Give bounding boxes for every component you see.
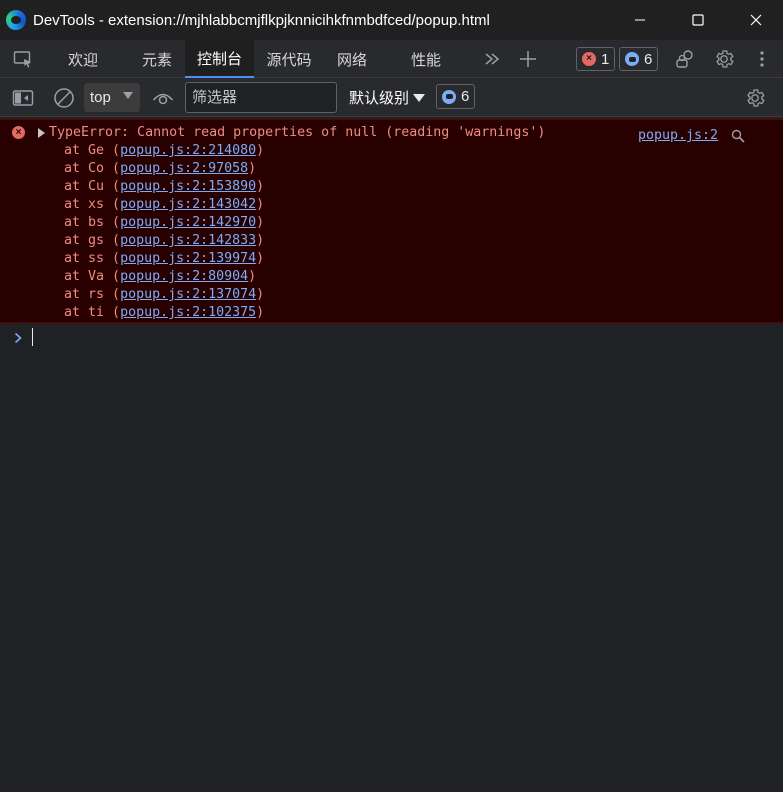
issues-counter-button[interactable]: 6 <box>436 84 476 109</box>
close-icon <box>750 14 762 26</box>
eye-icon <box>152 93 174 104</box>
context-selector[interactable]: top <box>84 83 140 112</box>
kebab-menu-icon <box>760 51 764 67</box>
tab-elements[interactable]: 元素 <box>130 40 184 78</box>
message-icon <box>442 89 456 104</box>
log-level-dropdown[interactable]: 默认级别 <box>349 78 426 117</box>
maximize-button[interactable] <box>669 0 727 40</box>
stack-frame-link[interactable]: popup.js:2:142833 <box>120 233 256 248</box>
inspect-icon <box>13 51 31 68</box>
error-count-badge[interactable]: × 1 <box>576 47 616 71</box>
error-icon: × <box>582 52 596 66</box>
caret-down-icon <box>413 93 426 102</box>
chevron-right-icon <box>14 332 22 344</box>
tab-network[interactable]: 网络 <box>326 40 378 78</box>
stack-frame-link[interactable]: popup.js:2:102375 <box>120 305 256 320</box>
stack-frame-link[interactable]: popup.js:2:97058 <box>120 161 248 176</box>
tab-sources[interactable]: 源代码 <box>258 40 320 78</box>
inspect-element-button[interactable] <box>4 40 42 78</box>
stack-frame: at bs (popup.js:2:142970) <box>64 215 265 230</box>
stack-frame: at Co (popup.js:2:97058) <box>64 161 257 176</box>
tab-performance[interactable]: 性能 <box>400 40 452 78</box>
stack-frame: at ss (popup.js:2:139974) <box>64 251 265 266</box>
stack-frame-link[interactable]: popup.js:2:139974 <box>120 251 256 266</box>
source-link[interactable]: popup.js:2 <box>638 127 718 145</box>
error-icon: × <box>12 126 25 139</box>
toggle-sidebar-button[interactable] <box>8 78 38 117</box>
window-title: DevTools - extension://mjhlabbcmjflkpjkn… <box>33 11 490 29</box>
stack-frame-link[interactable]: popup.js:2:214080 <box>120 143 256 158</box>
stack-frame-link[interactable]: popup.js:2:153890 <box>120 179 256 194</box>
add-tab-button[interactable] <box>514 40 542 78</box>
expand-triangle-icon[interactable] <box>38 128 45 138</box>
minimize-button[interactable] <box>611 0 669 40</box>
stack-frame: at Ge (popup.js:2:214080) <box>64 143 265 158</box>
sidebar-icon <box>12 89 34 106</box>
people-icon <box>676 50 693 68</box>
maximize-icon <box>692 14 704 26</box>
stack-frame: at ti (popup.js:2:102375) <box>64 305 265 320</box>
stack-frame-link[interactable]: popup.js:2:143042 <box>120 197 256 212</box>
error-message-text: TypeError: Cannot read properties of nul… <box>49 125 546 140</box>
console-prompt[interactable] <box>14 329 22 347</box>
settings-button[interactable] <box>709 40 739 78</box>
stack-frame-link[interactable]: popup.js:2:137074 <box>120 287 256 302</box>
filter-input[interactable] <box>185 82 337 113</box>
gear-icon <box>747 88 765 107</box>
customize-button[interactable] <box>670 40 700 78</box>
clear-console-button[interactable] <box>49 78 79 117</box>
console-output[interactable]: × TypeError: Cannot read properties of n… <box>0 117 783 792</box>
title-bar: DevTools - extension://mjhlabbcmjflkpjkn… <box>0 0 783 40</box>
error-message-row: × TypeError: Cannot read properties of n… <box>0 119 783 323</box>
caret-down-icon <box>123 92 133 99</box>
close-button[interactable] <box>727 0 783 40</box>
panel-tab-bar: 欢迎 元素 控制台 源代码 网络 性能 × 1 6 <box>0 40 783 78</box>
live-expression-button[interactable] <box>148 78 178 117</box>
message-icon <box>625 52 639 66</box>
plus-icon <box>520 51 536 67</box>
search-icon[interactable] <box>731 129 745 147</box>
stack-frame: at xs (popup.js:2:143042) <box>64 197 265 212</box>
stack-frame: at Cu (popup.js:2:153890) <box>64 179 265 194</box>
console-settings-button[interactable] <box>740 78 770 117</box>
stack-frame-link[interactable]: popup.js:2:80904 <box>120 269 248 284</box>
stack-frame: at Va (popup.js:2:80904) <box>64 269 257 284</box>
stack-frame: at gs (popup.js:2:142833) <box>64 233 265 248</box>
gear-icon <box>716 50 734 68</box>
chevron-double-right-icon <box>485 53 500 65</box>
tab-console[interactable]: 控制台 <box>185 40 254 78</box>
stack-frame-link[interactable]: popup.js:2:142970 <box>120 215 256 230</box>
stack-trace: at Ge (popup.js:2:214080) at Co (popup.j… <box>64 142 264 322</box>
minimize-icon <box>635 19 645 21</box>
block-icon <box>54 87 74 108</box>
more-options-button[interactable] <box>750 40 774 78</box>
issues-count-badge[interactable]: 6 <box>619 47 659 71</box>
console-toolbar: top 默认级别 6 <box>0 78 783 117</box>
tab-welcome[interactable]: 欢迎 <box>56 40 110 78</box>
stack-frame: at rs (popup.js:2:137074) <box>64 287 265 302</box>
text-cursor <box>32 328 33 346</box>
edge-logo-icon <box>6 10 26 30</box>
more-tabs-button[interactable] <box>478 40 506 78</box>
